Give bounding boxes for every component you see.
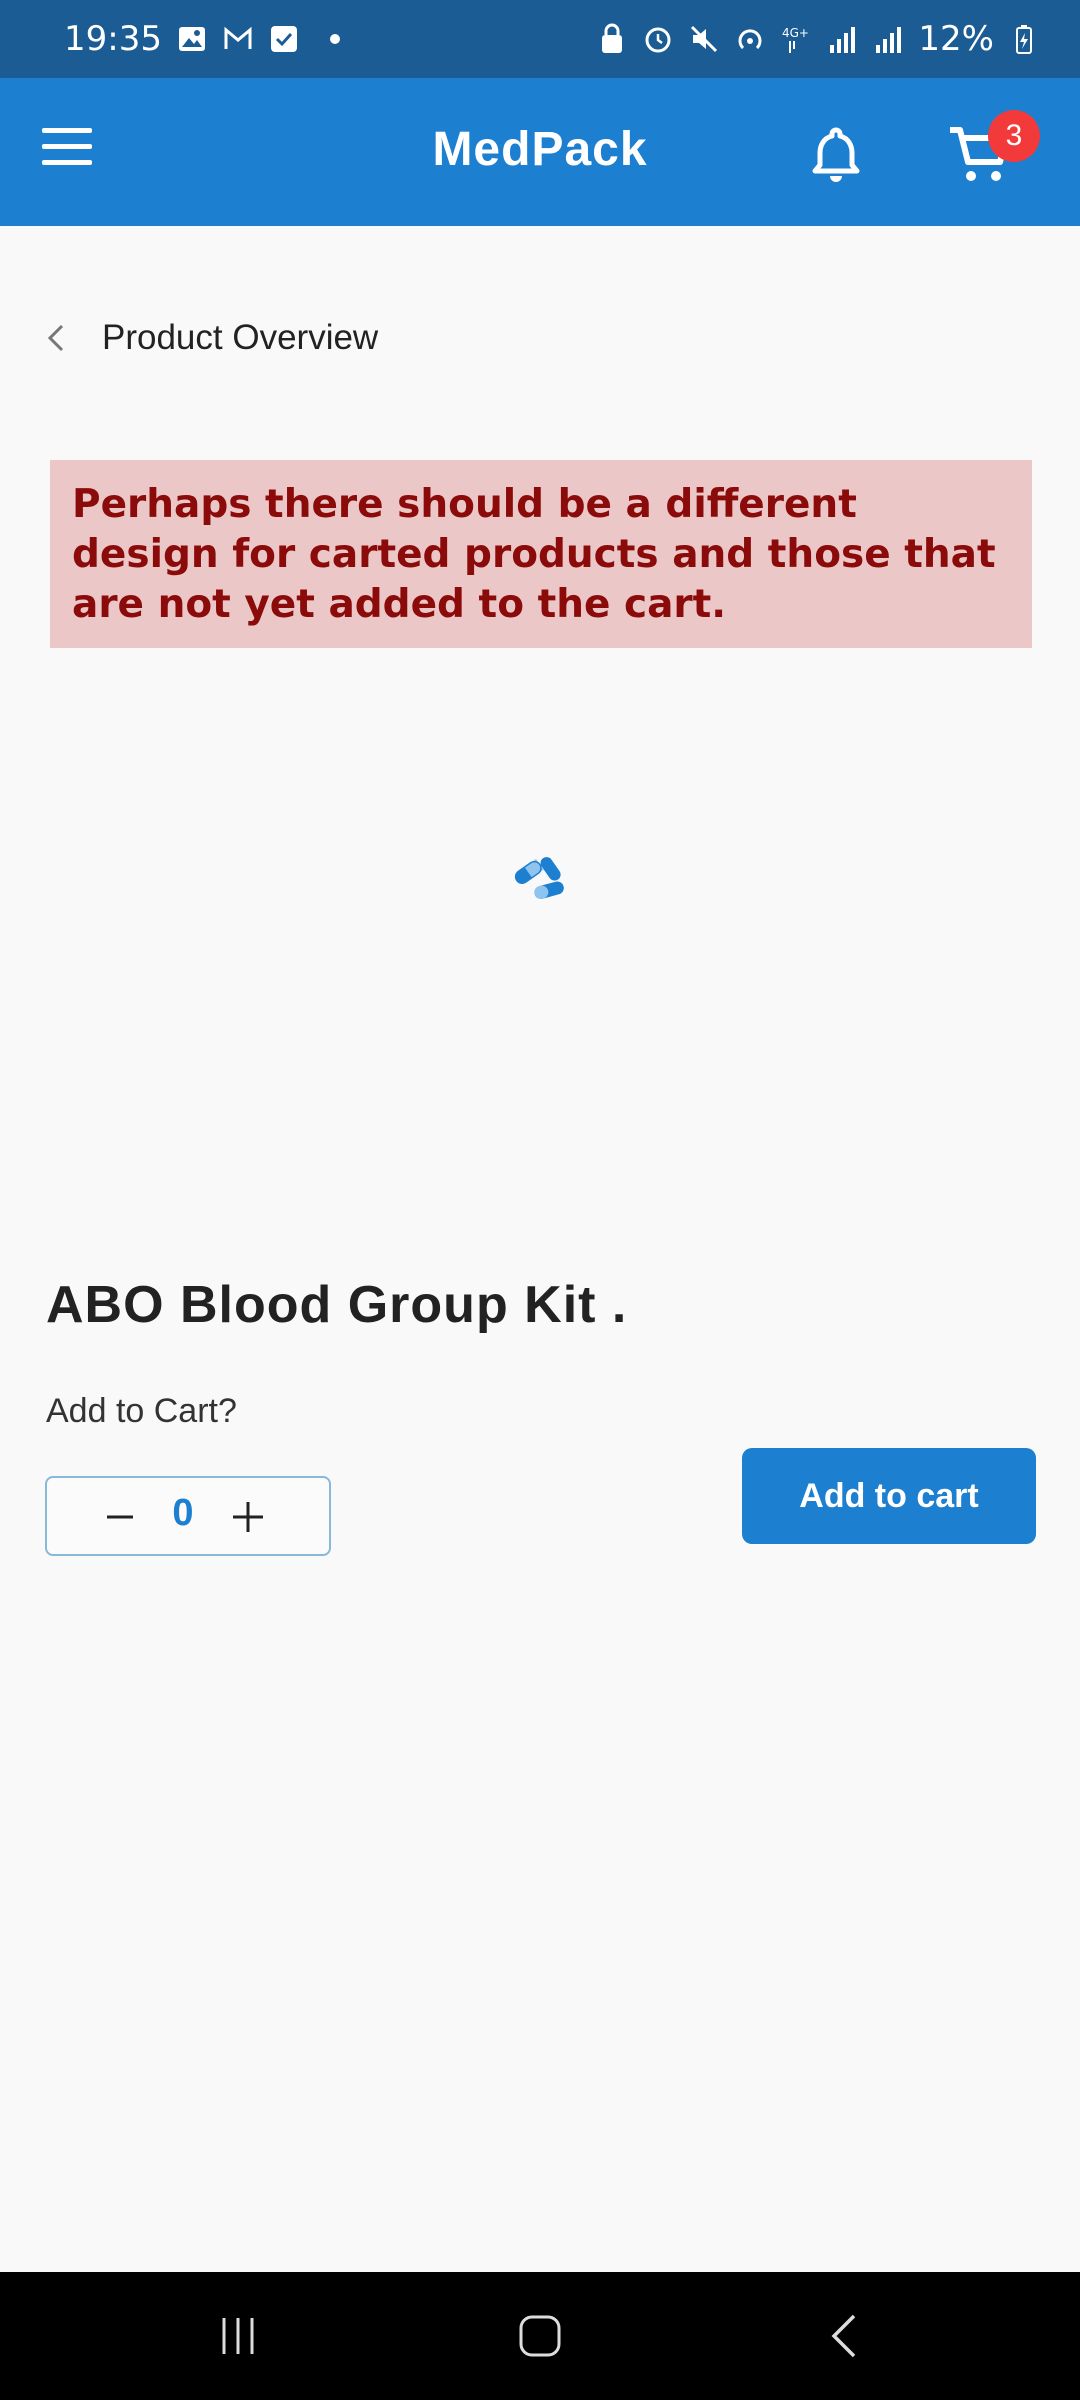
signal-icon (876, 27, 902, 53)
design-note-text: Perhaps there should be a different desi… (72, 482, 996, 627)
cart-count-badge: 3 (988, 110, 1040, 162)
battery-icon (1016, 25, 1032, 54)
design-note-box: Perhaps there should be a different desi… (50, 460, 1032, 648)
minus-button[interactable] (97, 1494, 143, 1540)
signal-icon (830, 27, 856, 53)
status-bar: 19:35 4G+ 12% (0, 0, 1080, 78)
status-left: 19:35 (64, 19, 340, 59)
add-to-cart-button[interactable]: Add to cart (742, 1448, 1036, 1544)
lock-icon (602, 23, 623, 53)
mute-icon (691, 25, 718, 53)
gallery-icon (178, 27, 205, 51)
4g-icon: 4G+ (782, 26, 809, 53)
quantity-stepper: 0 (45, 1476, 331, 1556)
chevron-left-icon (47, 324, 64, 352)
home-icon[interactable] (518, 2314, 562, 2358)
alarm-icon (645, 27, 671, 53)
add-to-cart-prompt: Add to Cart? (46, 1392, 237, 1430)
page-title: Product Overview (102, 318, 379, 357)
gmail-icon (224, 26, 252, 49)
notifications-bell-icon[interactable] (808, 124, 864, 184)
system-nav-bar (0, 2272, 1080, 2400)
hotspot-icon (738, 29, 762, 50)
pills-icon (514, 857, 564, 899)
quantity-value: 0 (172, 1492, 194, 1534)
recent-apps-icon[interactable] (216, 2314, 260, 2358)
status-time: 19:35 (64, 19, 162, 59)
app-bar: MedPack (0, 78, 1080, 226)
product-name: ABO Blood Group Kit . (46, 1276, 628, 1334)
back-button[interactable]: Product Overview (44, 318, 378, 358)
app-title: MedPack (432, 123, 648, 176)
status-right: 4G+ 12% (596, 19, 1040, 59)
check-icon (270, 26, 297, 52)
plus-button[interactable] (225, 1494, 271, 1540)
battery-percent: 12% (918, 19, 994, 59)
svg-text:4G+: 4G+ (782, 26, 809, 40)
back-nav-icon[interactable] (826, 2312, 862, 2360)
dot-icon (329, 34, 340, 44)
